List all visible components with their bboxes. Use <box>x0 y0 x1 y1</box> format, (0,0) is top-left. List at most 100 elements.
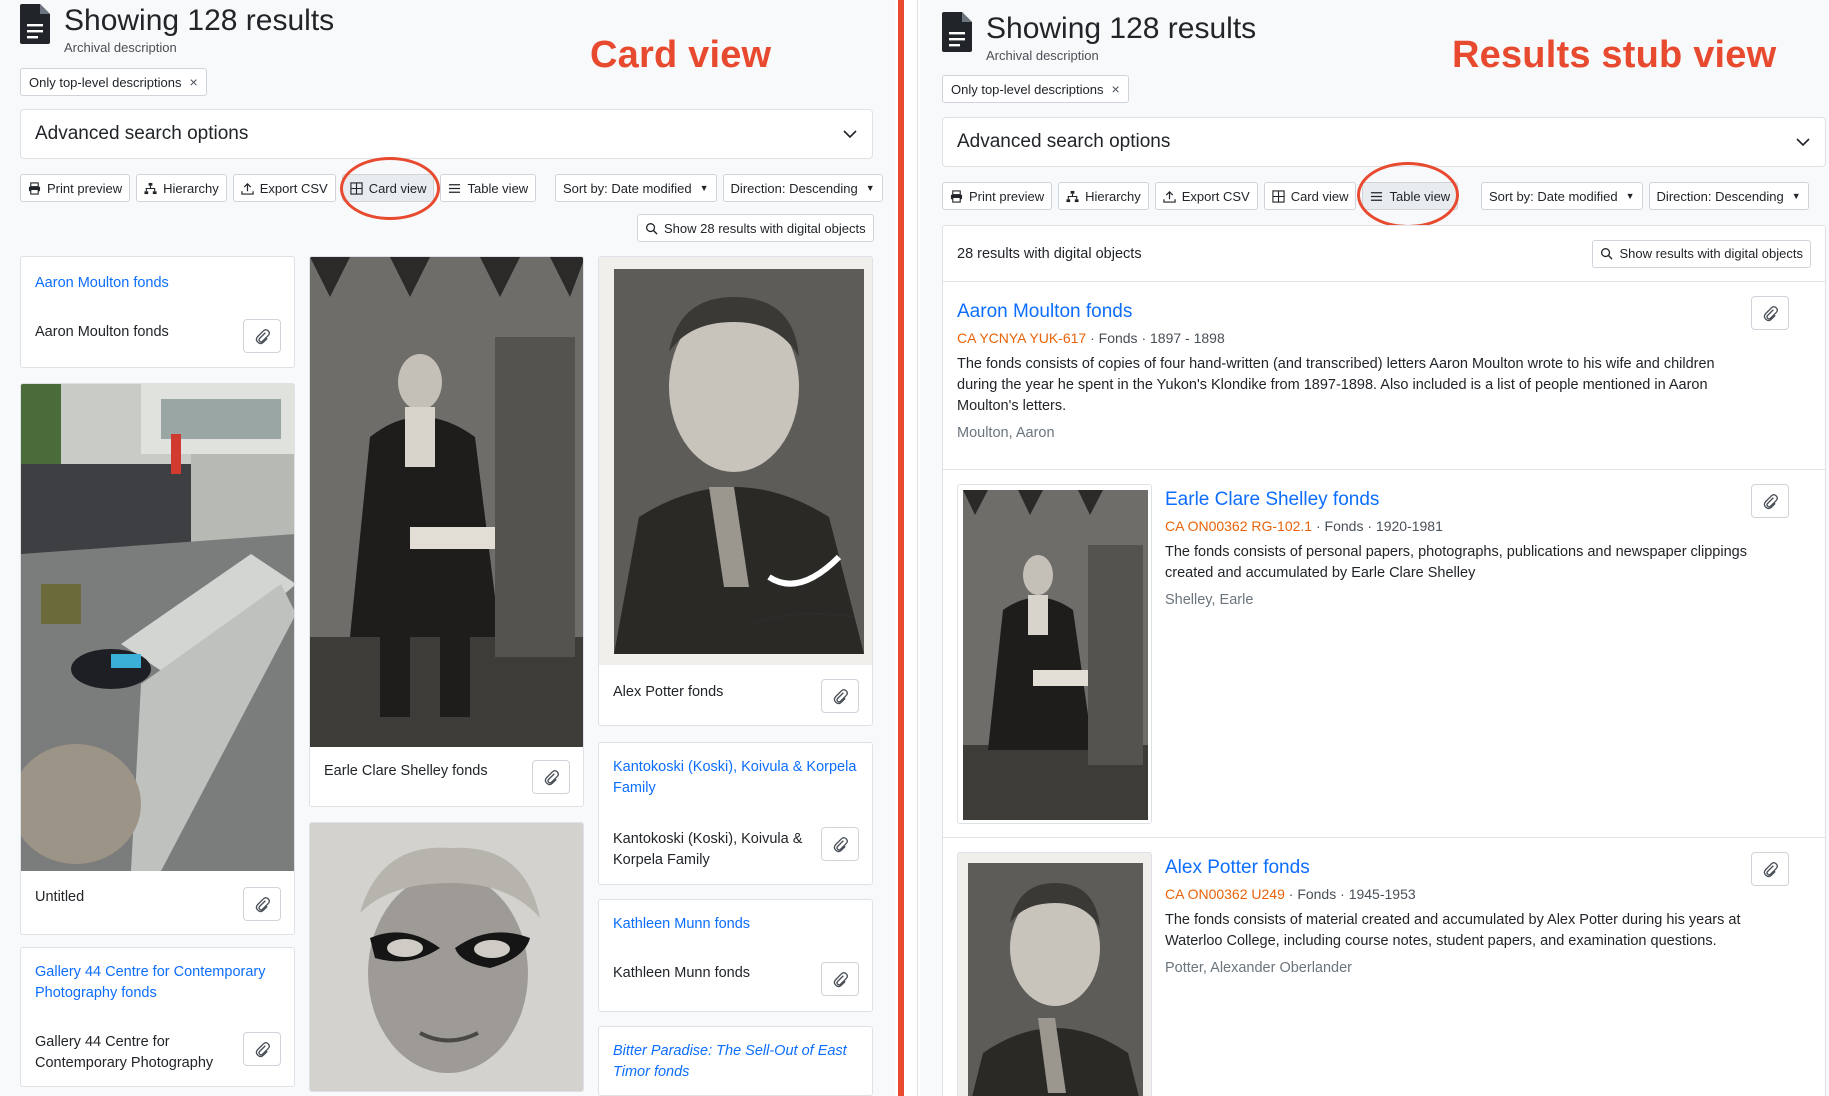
page-header: Showing 128 results Archival description <box>20 4 334 55</box>
photo-dog-street[interactable] <box>21 384 295 871</box>
card-label: Kathleen Munn fonds <box>613 965 751 981</box>
export-csv-button[interactable]: Export CSV <box>232 174 336 202</box>
close-icon[interactable]: × <box>1111 81 1119 97</box>
advanced-search-toggle[interactable]: Advanced search options <box>942 117 1826 167</box>
annotation-stub-view: Results stub view <box>1452 34 1777 76</box>
page-subtitle: Archival description <box>986 48 1099 63</box>
paperclip-icon <box>255 1041 270 1057</box>
caret-down-icon: ▼ <box>1791 191 1801 201</box>
photo-earle-shelley <box>958 485 1151 823</box>
paperclip-icon <box>833 971 848 987</box>
result-card: Earle Clare Shelley fonds <box>309 256 584 807</box>
hierarchy-button[interactable]: Hierarchy <box>1058 182 1149 210</box>
show-digital-objects-button[interactable]: Show results with digital objects <box>1592 239 1811 268</box>
result-title-link[interactable]: Earle Clare Shelley fonds <box>1165 488 1755 512</box>
sort-controls: Sort by: Date modified ▼ Direction: Desce… <box>1481 182 1809 210</box>
annotation-card-view: Card view <box>590 34 772 76</box>
list-icon <box>449 183 461 193</box>
paperclip-icon <box>833 836 848 852</box>
filter-chip[interactable]: Only top-level descriptions × <box>942 75 1129 103</box>
result-title-link[interactable]: Alex Potter fonds <box>1165 856 1755 880</box>
card-title-link[interactable]: Kathleen Munn fonds <box>613 914 750 935</box>
clipboard-button[interactable] <box>821 827 859 861</box>
chevron-down-icon <box>1796 138 1810 147</box>
table-view-button[interactable]: Table view <box>440 174 537 202</box>
export-csv-button[interactable]: Export CSV <box>1154 182 1258 210</box>
card-label: Aaron Moulton fonds <box>35 324 169 340</box>
result-card: Untitled <box>20 383 295 935</box>
filter-chip-label: Only top-level descriptions <box>951 81 1104 97</box>
hierarchy-button[interactable]: Hierarchy <box>136 174 227 202</box>
advanced-search-toggle[interactable]: Advanced search options <box>20 109 873 159</box>
clipboard-button[interactable] <box>243 319 281 353</box>
card-label: Earle Clare Shelley fonds <box>324 763 488 779</box>
result-card: Kantokoski (Koski), Koivula & Korpela Fa… <box>598 742 873 885</box>
result-stub: Earle Clare Shelley fonds CA ON00362 RG-… <box>943 470 1825 838</box>
result-card <box>309 822 584 1092</box>
stub-view-panel: Showing 128 results Archival description… <box>920 0 1829 1096</box>
direction-dropdown[interactable]: Direction: Descending ▼ <box>722 174 883 202</box>
search-icon <box>646 222 658 235</box>
print-preview-button[interactable]: Print preview <box>20 174 131 202</box>
sort-dropdown[interactable]: Sort by: Date modified ▼ <box>555 174 717 202</box>
card-title-link[interactable]: Aaron Moulton fonds <box>35 273 169 294</box>
print-icon <box>28 181 41 195</box>
page-subtitle: Archival description <box>64 40 177 55</box>
card-view-button[interactable]: Card view <box>1263 182 1357 210</box>
photo-kathleen-munn[interactable] <box>310 823 584 1092</box>
result-thumbnail[interactable] <box>957 484 1152 824</box>
paperclip-icon <box>1763 493 1778 509</box>
card-title-link[interactable]: Bitter Paradise: The Sell-Out of East Ti… <box>613 1041 858 1083</box>
result-card: Bitter Paradise: The Sell-Out of East Ti… <box>598 1026 873 1096</box>
card-label: Gallery 44 Centre for Contemporary Photo… <box>35 1034 214 1071</box>
sort-dropdown[interactable]: Sort by: Date modified ▼ <box>1481 182 1643 210</box>
direction-dropdown[interactable]: Direction: Descending ▼ <box>1648 182 1809 210</box>
upload-icon <box>241 182 254 195</box>
results-list-header: 28 results with digital objects Show res… <box>943 226 1825 282</box>
panel-divider-thin <box>917 0 918 1096</box>
paperclip-icon <box>255 328 270 344</box>
result-title-link[interactable]: Aaron Moulton fonds <box>957 300 1757 324</box>
filter-chip[interactable]: Only top-level descriptions × <box>20 68 207 96</box>
filter-chip-label: Only top-level descriptions <box>29 74 182 90</box>
page-title: Showing 128 results <box>986 12 1257 45</box>
results-list: 28 results with digital objects Show res… <box>942 225 1826 1096</box>
grid-icon <box>1272 189 1285 203</box>
card-title-link[interactable]: Kantokoski (Koski), Koivula & Korpela Fa… <box>613 757 863 799</box>
clipboard-button[interactable] <box>1751 484 1789 518</box>
photo-earle-shelley[interactable] <box>310 257 584 747</box>
document-icon <box>20 4 50 44</box>
result-meta: CA ON00362 RG-102.1 · Fonds · 1920-1981 <box>1165 518 1443 534</box>
page-title: Showing 128 results <box>64 4 335 37</box>
clipboard-button[interactable] <box>532 760 570 794</box>
clipboard-button[interactable] <box>821 679 859 713</box>
result-card: Alex Potter fonds <box>598 256 873 726</box>
show-digital-objects-button[interactable]: Show 28 results with digital objects <box>637 214 874 242</box>
clipboard-button[interactable] <box>243 1032 281 1066</box>
caret-down-icon: ▼ <box>1625 191 1635 201</box>
advanced-search-label: Advanced search options <box>957 131 1171 152</box>
card-label: Kantokoski (Koski), Koivula & Korpela Fa… <box>613 831 803 868</box>
result-card: Gallery 44 Centre for Contemporary Photo… <box>20 947 295 1087</box>
photo-alex-potter[interactable] <box>599 257 873 665</box>
result-stub: Aaron Moulton fonds CA YCNYA YUK-617 · F… <box>943 282 1825 470</box>
clipboard-button[interactable] <box>1751 296 1789 330</box>
clipboard-button[interactable] <box>821 962 859 996</box>
print-preview-button[interactable]: Print preview <box>942 182 1053 210</box>
card-label: Alex Potter fonds <box>613 684 724 700</box>
results-toolbar: Print preview Hierarchy Export CSV Card … <box>20 174 537 202</box>
page-header: Showing 128 results Archival description <box>942 12 1256 63</box>
clipboard-button[interactable] <box>1751 852 1789 886</box>
result-stub: Alex Potter fonds CA ON00362 U249 · Fond… <box>943 838 1825 1096</box>
hierarchy-icon <box>1066 190 1079 202</box>
close-icon[interactable]: × <box>189 74 197 90</box>
paperclip-icon <box>833 688 848 704</box>
panel-divider <box>898 0 904 1096</box>
result-description: The fonds consists of material created a… <box>1165 912 1741 949</box>
chevron-down-icon <box>843 130 857 139</box>
result-thumbnail[interactable] <box>957 852 1152 1096</box>
paperclip-icon <box>1763 861 1778 877</box>
clipboard-button[interactable] <box>243 887 281 921</box>
card-title-link[interactable]: Gallery 44 Centre for Contemporary Photo… <box>35 962 280 1004</box>
result-meta: CA YCNYA YUK-617 · Fonds · 1897 - 1898 <box>957 330 1225 346</box>
